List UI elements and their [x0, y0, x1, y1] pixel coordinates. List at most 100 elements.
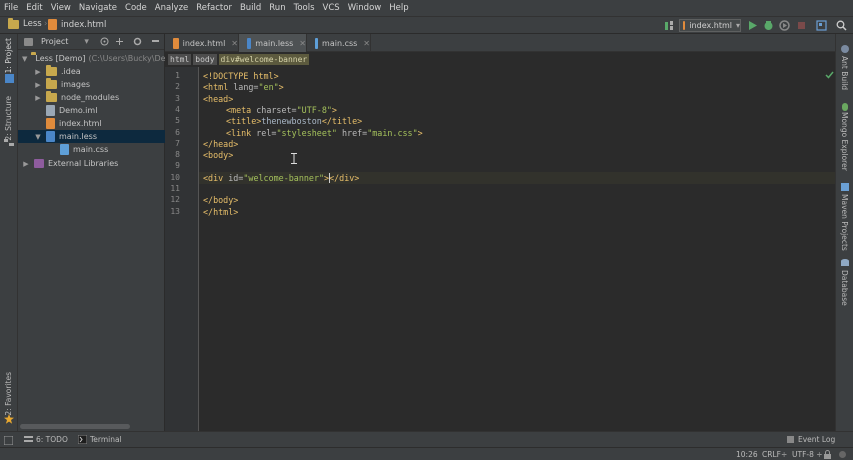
nav-file-crumb[interactable]: index.html — [48, 19, 106, 30]
database-icon — [841, 259, 849, 266]
run-config-select[interactable]: index.html ▾ — [679, 19, 741, 32]
editor-tabs: index.html ✕ main.less ✕ main.css ✕ — [165, 34, 835, 52]
breadcrumb-body[interactable]: body — [193, 54, 217, 65]
debug-icon[interactable] — [763, 20, 774, 31]
scroll-from-source-icon[interactable] — [100, 37, 109, 46]
breadcrumb-div[interactable]: div#welcome-banner — [218, 54, 310, 65]
breadcrumb: html body div#welcome-banner — [165, 52, 835, 67]
collapse-all-icon[interactable] — [115, 37, 124, 46]
tree-item-main-css[interactable]: main.css — [18, 143, 165, 156]
css-file-icon — [315, 37, 319, 49]
tree-item-label: External Libraries — [48, 159, 119, 168]
tab-ant-build[interactable]: Ant Build — [840, 56, 849, 90]
tab-maven-projects[interactable]: Maven Projects — [840, 194, 849, 251]
folder-icon — [46, 65, 57, 76]
run-config-label: index.html — [689, 21, 732, 30]
nav-separator: › — [44, 19, 48, 29]
navigation-bar: Less › index.html index.html ▾ — [0, 16, 853, 34]
library-icon — [34, 159, 44, 168]
nav-project-label: Less — [23, 19, 42, 29]
tree-item-label: Demo.iml — [59, 106, 98, 115]
menu-window[interactable]: Window — [348, 3, 382, 13]
menu-edit[interactable]: Edit — [26, 3, 42, 13]
tree-item-images[interactable]: ▶ images — [18, 78, 165, 91]
tree-item-label: main.less — [59, 132, 98, 141]
close-icon[interactable]: ✕ — [363, 39, 370, 48]
breadcrumb-html[interactable]: html — [168, 54, 192, 65]
menu-analyze[interactable]: Analyze — [155, 3, 189, 13]
build-icon[interactable] — [664, 20, 675, 31]
menu-view[interactable]: View — [51, 3, 71, 13]
cursor-position[interactable]: 10:26 — [736, 450, 758, 459]
close-icon[interactable]: ✕ — [299, 39, 306, 48]
menu-file[interactable]: File — [4, 3, 18, 13]
code-line-13: </html> — [203, 206, 239, 217]
project-panel: Project ▾ ▼ Less [Demo] (C:\Users\Bucky\… — [18, 34, 165, 431]
tree-item-node-modules[interactable]: ▶ node_modules — [18, 91, 165, 104]
inspector-icon[interactable] — [838, 450, 847, 459]
tree-item-index-html[interactable]: index.html — [18, 117, 165, 130]
text-caret — [329, 172, 331, 183]
menu-navigate[interactable]: Navigate — [79, 3, 117, 13]
menu-vcs[interactable]: VCS — [323, 3, 340, 13]
tree-item-main-less[interactable]: ▼ main.less — [18, 130, 165, 143]
hide-panel-icon[interactable] — [151, 37, 160, 46]
menu-refactor[interactable]: Refactor — [196, 3, 232, 13]
line-number-gutter[interactable]: 1 2 3 4 5 6 7 8 9 10 11 12 13 — [165, 67, 199, 431]
tree-item-external-libraries[interactable]: ▶ External Libraries — [18, 157, 165, 170]
line-number: 8 — [175, 150, 180, 160]
chevron-right-icon: ▶ — [35, 67, 41, 76]
tree-item-idea[interactable]: ▶ .idea — [18, 65, 165, 78]
css-file-icon — [60, 144, 69, 155]
tab-mongo-explorer[interactable]: Mongo Explorer — [840, 112, 849, 171]
nav-project-crumb[interactable]: Less — [8, 17, 42, 29]
run-icon[interactable] — [747, 20, 758, 31]
lock-icon[interactable] — [823, 450, 832, 459]
tab-main-less[interactable]: main.less ✕ — [239, 34, 307, 52]
html-file-icon — [46, 118, 55, 129]
chevron-down-icon: ▼ — [22, 54, 28, 63]
tree-root[interactable]: ▼ Less [Demo] (C:\Users\Bucky\Des — [18, 52, 165, 65]
project-structure-icon[interactable] — [816, 20, 827, 31]
terminal-button[interactable]: Terminal — [78, 435, 122, 444]
stop-icon[interactable] — [796, 20, 807, 31]
tab-favorites-toolwindow[interactable]: 2: Favorites — [4, 372, 13, 416]
line-number: 10 — [170, 172, 180, 182]
line-number: 2 — [175, 82, 180, 92]
tab-label: main.css — [322, 38, 358, 48]
ant-icon — [841, 45, 849, 53]
project-panel-title: Project — [41, 37, 69, 46]
project-horizontal-scrollbar[interactable] — [20, 424, 130, 429]
toggle-panels-icon[interactable] — [4, 436, 13, 445]
gear-icon[interactable] — [133, 37, 142, 46]
search-icon[interactable] — [836, 20, 847, 31]
tab-main-css[interactable]: main.css ✕ — [307, 34, 371, 52]
line-number: 7 — [175, 138, 180, 148]
close-icon[interactable]: ✕ — [231, 39, 238, 48]
event-log-button[interactable]: Event Log — [786, 435, 835, 444]
left-tool-strip: 1: Project 2: Structure 2: Favorites — [0, 34, 18, 431]
menu-tools[interactable]: Tools — [294, 3, 315, 13]
menu-help[interactable]: Help — [389, 3, 408, 13]
menu-bar: File Edit View Navigate Code Analyze Ref… — [0, 0, 853, 16]
tab-label: main.less — [255, 38, 294, 48]
todo-icon — [24, 436, 33, 442]
menu-build[interactable]: Build — [240, 3, 261, 13]
menu-run[interactable]: Run — [269, 3, 285, 13]
code-editor[interactable]: <!DOCTYPE html> <html lang="en"> <head> … — [199, 67, 835, 431]
tab-index-html[interactable]: index.html ✕ — [165, 34, 239, 52]
tree-item-demo-iml[interactable]: Demo.iml — [18, 104, 165, 117]
line-separator[interactable]: CRLF÷ — [762, 450, 787, 459]
file-encoding[interactable]: UTF-8 ÷ — [792, 450, 823, 459]
chevron-down-icon[interactable]: ▾ — [84, 37, 89, 47]
menu-code[interactable]: Code — [125, 3, 147, 13]
tab-database[interactable]: Database — [840, 270, 849, 306]
html-file-icon — [48, 19, 57, 30]
tab-project-toolwindow[interactable]: 1: Project — [4, 38, 13, 73]
tab-structure-toolwindow[interactable]: 2: Structure — [4, 96, 13, 141]
coverage-icon[interactable] — [779, 20, 790, 31]
tree-root-label: Less [Demo] — [35, 54, 86, 63]
module-file-icon — [46, 105, 55, 116]
todo-button[interactable]: 6: TODO — [24, 435, 68, 444]
line-number: 1 — [175, 71, 180, 80]
